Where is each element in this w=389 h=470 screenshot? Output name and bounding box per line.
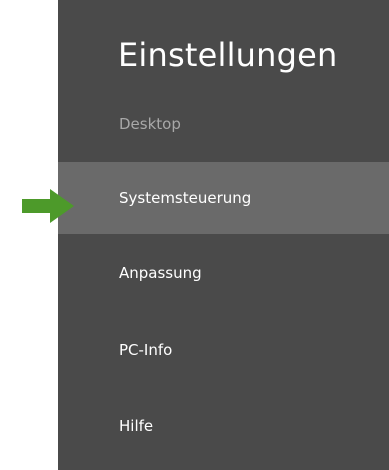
menu-item-label: Systemsteuerung	[119, 189, 252, 207]
panel-title: Einstellungen	[118, 36, 338, 74]
menu-item-label: PC-Info	[119, 341, 173, 359]
menu-item-label: Anpassung	[119, 264, 202, 282]
menu-item-systemsteuerung[interactable]: Systemsteuerung	[58, 162, 389, 234]
settings-charm-panel: Einstellungen Desktop Systemsteuerung An…	[58, 0, 389, 470]
menu-item-hilfe[interactable]: Hilfe	[58, 390, 389, 462]
arrow-right-icon	[22, 189, 74, 223]
panel-context-label: Desktop	[119, 115, 181, 133]
menu-item-label: Hilfe	[119, 417, 154, 435]
menu-item-anpassung[interactable]: Anpassung	[58, 237, 389, 309]
menu-item-pc-info[interactable]: PC-Info	[58, 314, 389, 386]
